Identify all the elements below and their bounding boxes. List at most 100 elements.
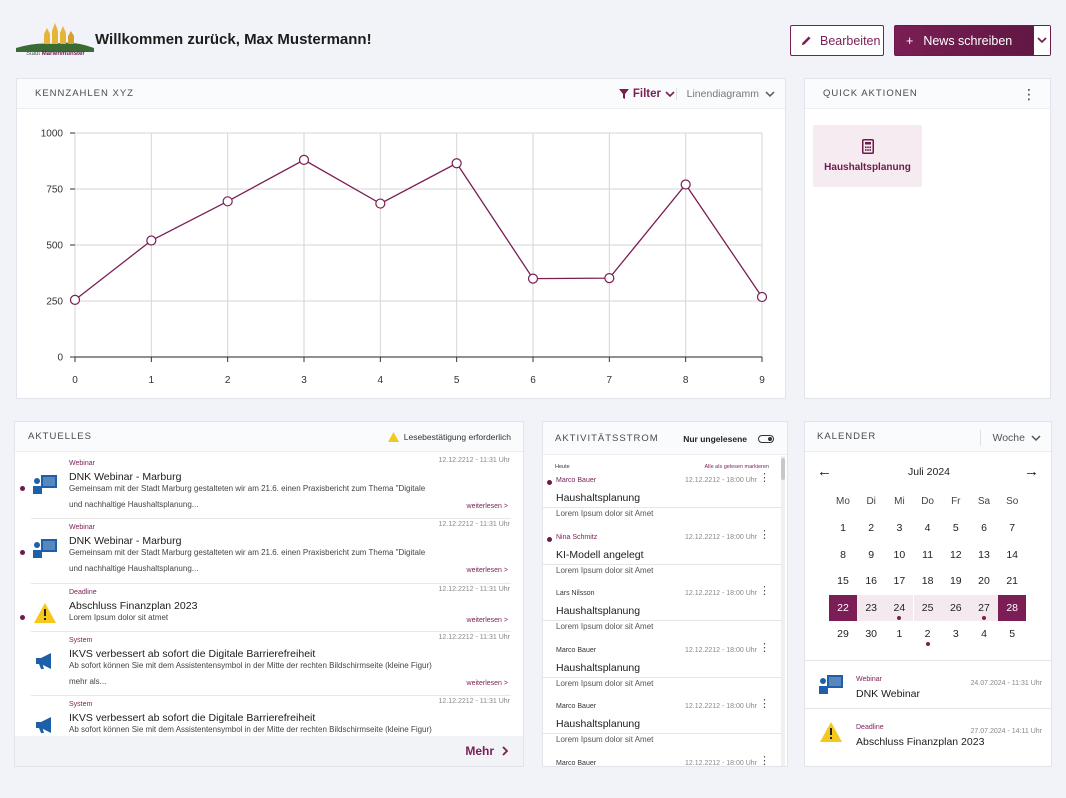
data-point[interactable] xyxy=(146,235,157,246)
calendar-day[interactable]: 16 xyxy=(857,568,885,594)
kebab-menu-icon[interactable]: ⋮ xyxy=(759,755,770,766)
news-item-icon xyxy=(31,470,59,498)
read-more-link[interactable]: weiterlesen > xyxy=(467,503,508,510)
activity-timestamp: 12.12.2212 - 18:00 Uhr xyxy=(685,759,757,767)
unread-only-toggle[interactable] xyxy=(758,435,774,443)
weekday-label: Mi xyxy=(894,496,905,507)
chart-type-select[interactable]: Linendiagramm xyxy=(675,88,775,100)
calendar-day[interactable]: 12 xyxy=(942,542,970,568)
edit-button[interactable]: Bearbeiten xyxy=(790,25,884,56)
calendar-day[interactable]: 23 xyxy=(857,594,886,621)
calendar-day[interactable]: 27 xyxy=(970,594,998,621)
scrollbar-thumb[interactable] xyxy=(781,458,785,480)
activity-user: Lars Nilsson xyxy=(556,590,595,597)
y-tick-label: 0 xyxy=(57,353,63,364)
data-point[interactable] xyxy=(451,158,462,169)
weekday-label: Sa xyxy=(977,496,991,507)
calendar-day[interactable]: 29 xyxy=(829,621,857,647)
filter-button[interactable]: Filter xyxy=(618,88,675,100)
calendar-day[interactable]: 1 xyxy=(829,515,857,541)
warning-icon xyxy=(387,432,399,442)
data-point[interactable] xyxy=(222,196,233,207)
calendar-day[interactable]: 21 xyxy=(998,568,1026,594)
calendar-day[interactable]: 7 xyxy=(998,515,1026,541)
data-point[interactable] xyxy=(298,154,310,165)
calendar-card-title: KALENDER xyxy=(817,431,877,442)
kebab-menu-icon[interactable]: ⋮ xyxy=(759,699,770,710)
read-more-link[interactable]: weiterlesen > xyxy=(467,617,508,624)
kebab-menu-icon[interactable]: ⋮ xyxy=(759,642,770,654)
activity-item[interactable]: Marco Bauer 12.12.2212 - 18:00 Uhr ⋮ Hausha… xyxy=(543,456,781,518)
read-confirmation-notice[interactable]: Lesebestätigung erforderlich xyxy=(387,432,511,442)
calendar-day[interactable]: 19 xyxy=(942,568,970,594)
calendar-event[interactable]: Webinar 24.07.2024 - 11:31 Uhr DNK Webinar xyxy=(805,660,1051,708)
calendar-day[interactable]: 5 xyxy=(942,515,970,541)
event-indicator xyxy=(982,615,986,620)
more-news-button[interactable]: Mehr xyxy=(465,744,509,758)
calendar-day[interactable]: 17 xyxy=(885,568,913,594)
activity-item[interactable]: Marco Bauer 12.12.2212 - 18:00 Uhr ⋮ Hausha… xyxy=(543,621,781,688)
data-point[interactable] xyxy=(527,273,539,284)
chevron-down-icon xyxy=(1031,434,1041,441)
calendar-day[interactable]: 10 xyxy=(885,542,913,568)
news-item[interactable]: System 12.12.2212 - 11:31 Uhr IKVS verbess… xyxy=(15,634,523,697)
kebab-menu-icon[interactable]: ⋮ xyxy=(759,586,770,597)
calendar-day[interactable]: 20 xyxy=(970,568,998,594)
y-tick-label: 1000 xyxy=(41,129,64,140)
activity-title: Haushaltsplanung xyxy=(556,492,641,504)
calendar-day[interactable]: 2 xyxy=(914,621,942,647)
plus-icon: + xyxy=(906,33,914,48)
more-news-label: Mehr xyxy=(465,744,494,758)
news-item[interactable]: Webinar 12.12.2212 - 11:31 Uhr DNK Webinar… xyxy=(15,457,523,520)
activity-item[interactable]: Lars Nilsson 12.12.2212 - 18:00 Uhr ⋮ Haush… xyxy=(543,564,781,631)
calendar-day-number: 15 xyxy=(837,575,849,587)
megaphone-icon xyxy=(36,717,51,733)
calendar-day-number: 11 xyxy=(922,548,934,561)
calendar-day[interactable]: 4 xyxy=(970,621,998,647)
calendar-day[interactable]: 13 xyxy=(970,542,998,568)
activity-item[interactable]: Nina Schmitz 12.12.2212 - 18:00 Uhr ⋮ KI-Mo… xyxy=(543,508,781,575)
activity-scrollbar[interactable] xyxy=(781,456,785,766)
calendar-day-number: 2 xyxy=(868,522,875,534)
event-category: Deadline xyxy=(856,724,884,731)
kebab-menu-icon[interactable]: ⋮ xyxy=(1022,87,1036,101)
next-month-arrow-icon[interactable]: → xyxy=(1024,463,1039,480)
activity-item[interactable]: Marco Bauer 12.12.2212 - 18:00 Uhr ⋮ Hausha… xyxy=(543,677,781,744)
read-more-link[interactable]: weiterlesen > xyxy=(467,567,508,574)
calendar-day[interactable]: 11 xyxy=(914,542,942,568)
calendar-day[interactable]: 9 xyxy=(857,542,885,568)
y-tick-label: 750 xyxy=(46,185,63,196)
quick-action-haushaltsplanung[interactable]: Haushaltsplanung xyxy=(813,125,922,187)
read-more-link[interactable]: weiterlesen > xyxy=(467,680,508,687)
calendar-day[interactable]: 14 xyxy=(998,542,1026,568)
calendar-day[interactable]: 3 xyxy=(942,621,970,647)
activity-item[interactable]: Marco Bauer 12.12.2212 - 18:00 Uhr ⋮ xyxy=(543,734,781,767)
calendar-event[interactable]: Deadline 27.07.2024 - 14:11 Uhr Abschluss … xyxy=(805,708,1051,756)
calendar-day[interactable]: 15 xyxy=(829,568,857,594)
data-point[interactable] xyxy=(680,179,691,190)
kebab-menu-icon[interactable]: ⋮ xyxy=(759,529,770,541)
calendar-day[interactable]: 26 xyxy=(941,594,970,621)
data-point[interactable] xyxy=(756,291,768,303)
calendar-day[interactable]: 4 xyxy=(914,515,942,541)
calendar-day[interactable]: 22 xyxy=(829,594,857,621)
kebab-menu-icon[interactable]: ⋮ xyxy=(759,473,770,484)
calendar-day[interactable]: 5 xyxy=(998,621,1026,647)
calendar-day[interactable]: 2 xyxy=(857,515,885,541)
calendar-day[interactable]: 6 xyxy=(970,515,998,541)
data-point[interactable] xyxy=(604,273,615,284)
calendar-day[interactable]: 18 xyxy=(914,568,942,594)
calendar-day[interactable]: 25 xyxy=(913,594,942,621)
data-point[interactable] xyxy=(69,294,81,305)
calendar-day[interactable]: 24 xyxy=(885,594,914,621)
calendar-day[interactable]: 30 xyxy=(857,621,885,647)
calendar-day[interactable]: 3 xyxy=(885,515,913,541)
write-news-dropdown[interactable] xyxy=(1033,26,1050,55)
calendar-view-select[interactable]: Woche xyxy=(979,430,1042,446)
calendar-day[interactable]: 8 xyxy=(829,542,857,568)
calendar-day[interactable]: 1 xyxy=(885,621,913,647)
calendar-day[interactable]: 28 xyxy=(998,594,1027,621)
data-point[interactable] xyxy=(375,198,386,209)
news-item[interactable]: Webinar 12.12.2212 - 11:31 Uhr DNK Webinar… xyxy=(15,521,523,584)
write-news-button[interactable]: + News schreiben xyxy=(894,25,1051,56)
